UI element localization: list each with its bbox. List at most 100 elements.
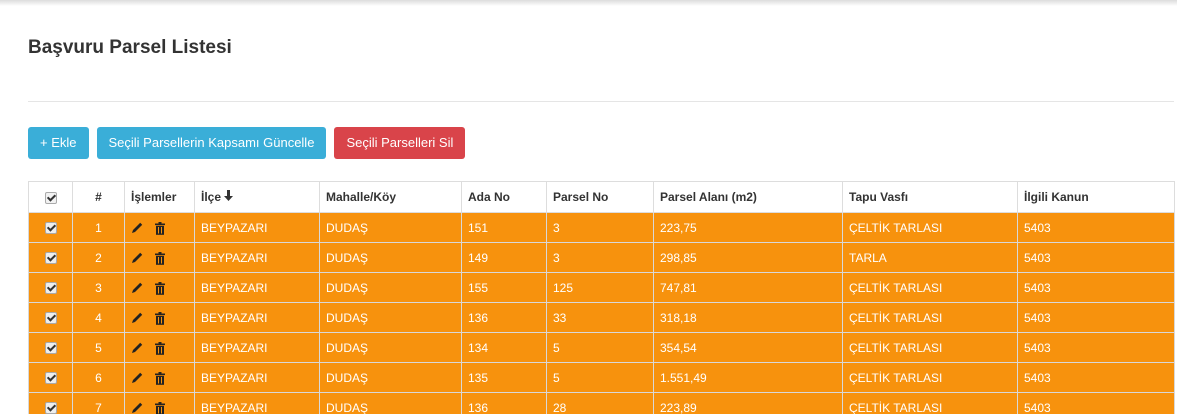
update-coverage-button[interactable]: Seçili Parsellerin Kapsamı Güncelle	[96, 127, 327, 159]
parcel-no-header[interactable]: Parsel No	[546, 181, 654, 213]
row-parcel-no: 3	[546, 212, 654, 243]
row-checkbox[interactable]	[44, 402, 57, 414]
select-all-checkbox[interactable]	[44, 191, 57, 204]
select-all-header[interactable]	[28, 181, 73, 213]
row-checkbox[interactable]	[44, 252, 57, 265]
row-parcel-area: 318,18	[653, 302, 843, 333]
row-index: 6	[72, 362, 125, 393]
row-district: BEYPAZARI	[194, 242, 320, 273]
page-title: Başvuru Parsel Listesi	[28, 37, 232, 58]
row-law: 5403	[1017, 212, 1175, 243]
actions-header: İşlemler	[124, 181, 195, 213]
pencil-icon[interactable]	[131, 342, 143, 354]
pencil-icon[interactable]	[131, 402, 143, 414]
row-checkbox[interactable]	[44, 372, 57, 385]
pencil-icon[interactable]	[131, 372, 143, 384]
trash-icon[interactable]	[155, 401, 165, 414]
row-district: BEYPAZARI	[194, 392, 320, 414]
row-neighborhood: DUDAŞ	[319, 242, 462, 273]
district-header[interactable]: İlçe	[194, 181, 320, 213]
top-shadow	[0, 0, 1177, 6]
pencil-icon[interactable]	[131, 222, 143, 234]
row-select-cell[interactable]	[28, 362, 73, 393]
pencil-icon[interactable]	[131, 282, 143, 294]
row-index: 3	[72, 272, 125, 303]
row-deed-quality: TARLA	[842, 242, 1018, 273]
row-parcel-area: 354,54	[653, 332, 843, 363]
index-header: #	[72, 181, 125, 213]
trash-icon[interactable]	[155, 311, 165, 325]
parcel-table: # İşlemler İlçe Mahalle/Köy Ada No Parse…	[28, 181, 1175, 414]
row-parcel-no: 33	[546, 302, 654, 333]
row-block-no: 134	[461, 332, 547, 363]
row-select-cell[interactable]	[28, 392, 73, 414]
row-block-no: 136	[461, 392, 547, 414]
deed-quality-header[interactable]: Tapu Vasfı	[842, 181, 1018, 213]
table-row[interactable]: 2 BEYPAZARI DUDAŞ 149 3 298,85 TARLA 540…	[28, 242, 1175, 273]
trash-icon[interactable]	[155, 221, 165, 235]
table-header-row: # İşlemler İlçe Mahalle/Köy Ada No Parse…	[28, 181, 1175, 213]
table-row[interactable]: 4 BEYPAZARI DUDAŞ 136 33 318,18 ÇELTİK T…	[28, 302, 1175, 333]
row-parcel-area: 223,75	[653, 212, 843, 243]
row-parcel-area: 298,85	[653, 242, 843, 273]
add-button[interactable]: + Ekle	[28, 127, 89, 159]
block-no-header[interactable]: Ada No	[461, 181, 547, 213]
trash-icon[interactable]	[155, 371, 165, 385]
delete-selected-button[interactable]: Seçili Parselleri Sil	[334, 127, 466, 159]
row-district: BEYPAZARI	[194, 362, 320, 393]
table-row[interactable]: 6 BEYPAZARI DUDAŞ 135 5 1.551,49 ÇELTİK …	[28, 362, 1175, 393]
district-header-label: İlçe	[201, 189, 222, 204]
row-actions	[124, 332, 195, 363]
row-block-no: 155	[461, 272, 547, 303]
table-row[interactable]: 1 BEYPAZARI DUDAŞ 151 3 223,75 ÇELTİK TA…	[28, 212, 1175, 243]
row-deed-quality: ÇELTİK TARLASI	[842, 272, 1018, 303]
row-checkbox[interactable]	[44, 312, 57, 325]
row-block-no: 136	[461, 302, 547, 333]
row-law: 5403	[1017, 272, 1175, 303]
row-parcel-area: 1.551,49	[653, 362, 843, 393]
title-divider	[28, 101, 1174, 102]
row-select-cell[interactable]	[28, 272, 73, 303]
row-district: BEYPAZARI	[194, 212, 320, 243]
row-checkbox[interactable]	[44, 222, 57, 235]
table-row[interactable]: 7 BEYPAZARI DUDAŞ 136 28 223,89 ÇELTİK T…	[28, 392, 1175, 414]
row-select-cell[interactable]	[28, 212, 73, 243]
row-deed-quality: ÇELTİK TARLASI	[842, 362, 1018, 393]
parcel-area-header[interactable]: Parsel Alanı (m2)	[653, 181, 843, 213]
row-district: BEYPAZARI	[194, 302, 320, 333]
row-index: 7	[72, 392, 125, 414]
row-block-no: 151	[461, 212, 547, 243]
row-district: BEYPAZARI	[194, 332, 320, 363]
row-law: 5403	[1017, 302, 1175, 333]
row-parcel-no: 125	[546, 272, 654, 303]
row-parcel-no: 3	[546, 242, 654, 273]
trash-icon[interactable]	[155, 341, 165, 355]
page: Başvuru Parsel Listesi + Ekle Seçili Par…	[0, 0, 1177, 414]
row-parcel-area: 223,89	[653, 392, 843, 414]
row-neighborhood: DUDAŞ	[319, 302, 462, 333]
row-select-cell[interactable]	[28, 242, 73, 273]
row-checkbox[interactable]	[44, 342, 57, 355]
law-header[interactable]: İlgili Kanun	[1017, 181, 1175, 213]
row-block-no: 135	[461, 362, 547, 393]
row-actions	[124, 392, 195, 414]
table-row[interactable]: 5 BEYPAZARI DUDAŞ 134 5 354,54 ÇELTİK TA…	[28, 332, 1175, 363]
row-actions	[124, 302, 195, 333]
row-checkbox[interactable]	[44, 282, 57, 295]
row-actions	[124, 212, 195, 243]
row-select-cell[interactable]	[28, 302, 73, 333]
neighborhood-header[interactable]: Mahalle/Köy	[319, 181, 462, 213]
arrow-down-icon[interactable]	[224, 190, 234, 204]
pencil-icon[interactable]	[131, 252, 143, 264]
row-neighborhood: DUDAŞ	[319, 362, 462, 393]
row-deed-quality: ÇELTİK TARLASI	[842, 392, 1018, 414]
pencil-icon[interactable]	[131, 312, 143, 324]
trash-icon[interactable]	[155, 281, 165, 295]
row-index: 1	[72, 212, 125, 243]
row-actions	[124, 272, 195, 303]
table-row[interactable]: 3 BEYPAZARI DUDAŞ 155 125 747,81 ÇELTİK …	[28, 272, 1175, 303]
row-actions	[124, 242, 195, 273]
row-index: 5	[72, 332, 125, 363]
row-select-cell[interactable]	[28, 332, 73, 363]
trash-icon[interactable]	[155, 251, 165, 265]
